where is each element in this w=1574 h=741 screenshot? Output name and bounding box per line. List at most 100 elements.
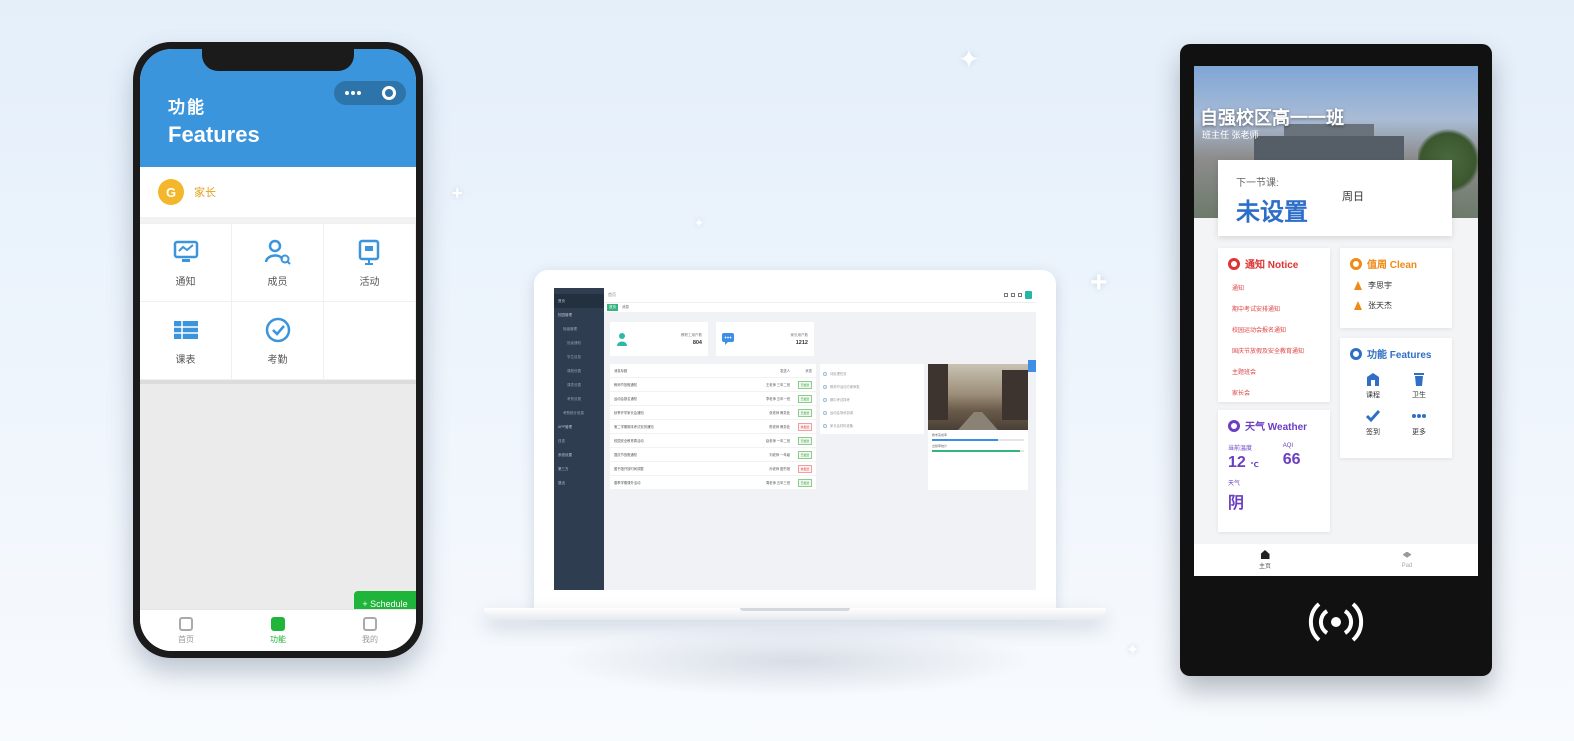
task-item[interactable]: 待处理任务 bbox=[823, 367, 921, 380]
task-item[interactable]: 运动会场地协调 bbox=[823, 406, 921, 419]
font-size-icon[interactable] bbox=[1018, 293, 1022, 297]
table-row[interactable]: 教师节放假通知 王老师 三年二班 已发送 bbox=[610, 378, 816, 392]
progress-label: 教学完成率 bbox=[932, 433, 948, 437]
admin-dashboard: 首页 校园管理 班级管理 班级通知 学生信息 课程设置 课表设置 考勤设置 考勤… bbox=[554, 288, 1036, 590]
check-icon bbox=[823, 423, 827, 428]
tile-attendance[interactable]: 考勤 bbox=[232, 302, 324, 380]
table-row[interactable]: 秋季开学家长会通知 张老师 教务处 已发送 bbox=[610, 406, 816, 420]
more-icon[interactable] bbox=[344, 91, 361, 95]
tab-label: 功能 bbox=[270, 634, 286, 644]
notice-item[interactable]: 主题班会 bbox=[1228, 367, 1320, 376]
tag-messages[interactable]: 消息 bbox=[620, 304, 631, 311]
grid-icon bbox=[271, 616, 285, 631]
task-item[interactable]: 期中考试排考 bbox=[823, 393, 921, 406]
status-badge: 已发送 bbox=[797, 478, 812, 487]
notice-item[interactable]: 家长会 bbox=[1228, 388, 1320, 397]
tile-label: 通知 bbox=[175, 277, 196, 288]
table-row[interactable]: 国庆节放假通知 刘老师 一年级 已发送 bbox=[610, 448, 816, 462]
column-header: 发送人 bbox=[780, 369, 790, 373]
sidebar-item-campus[interactable]: 校园管理 bbox=[554, 308, 604, 322]
aqi-value: 66 bbox=[1282, 451, 1301, 468]
tile-schedule[interactable]: 课表 bbox=[140, 302, 232, 380]
table-row[interactable]: 校园安全教育周活动 赵老师 一年二班 已发送 bbox=[610, 434, 816, 448]
tile-members[interactable]: 成员 bbox=[232, 224, 324, 302]
user-icon bbox=[617, 333, 627, 346]
home-icon bbox=[179, 616, 193, 631]
feature-checkin[interactable]: 签到 bbox=[1350, 408, 1396, 437]
notice-item[interactable]: 国庆节放假及安全教育通知 bbox=[1228, 346, 1320, 355]
tile-notice[interactable]: 通知 bbox=[140, 224, 232, 302]
aqi-label: AQI bbox=[1282, 443, 1294, 449]
sidebar-item-home[interactable]: 首页 bbox=[554, 294, 604, 308]
status-badge: 已发送 bbox=[797, 450, 812, 459]
task-item[interactable]: 家长会材料准备 bbox=[823, 419, 921, 432]
row-status-cell: 未发送 bbox=[790, 464, 812, 473]
check-circle-icon bbox=[265, 317, 290, 343]
table-row[interactable]: 春季学期课外活动 周老师 五年三班 已发送 bbox=[610, 476, 816, 490]
user-bar[interactable]: G 家长 bbox=[140, 167, 416, 217]
close-icon[interactable] bbox=[381, 86, 396, 100]
tab-pad[interactable]: Pad bbox=[1336, 544, 1478, 576]
sidebar-item-settings[interactable]: 系统设置 bbox=[554, 448, 604, 462]
sidebar-item-logout[interactable]: 退出 bbox=[554, 476, 604, 490]
fullscreen-icon[interactable] bbox=[1011, 293, 1015, 297]
check-icon bbox=[1365, 410, 1381, 423]
notice-item[interactable]: 期中考试安排通知 bbox=[1228, 304, 1320, 313]
sidebar-item-attendance-stats[interactable]: 考勤统计信息 bbox=[554, 406, 604, 420]
miniprogram-capsule[interactable] bbox=[334, 81, 406, 105]
settings-tab-button[interactable] bbox=[1028, 360, 1036, 372]
tab-label: 我的 bbox=[362, 634, 378, 644]
sidebar-item-logs[interactable]: 日志 bbox=[554, 434, 604, 448]
tab-home[interactable]: 首页 bbox=[140, 610, 232, 651]
sidebar-item-attendance[interactable]: 考勤设置 bbox=[554, 392, 604, 406]
feature-grid: 通知 成员 活动 课表 考勤 bbox=[140, 223, 416, 380]
sidebar-item-timetable[interactable]: 课表设置 bbox=[554, 378, 604, 392]
tab-features[interactable]: 功能 bbox=[232, 610, 324, 651]
sidebar-item-thirdparty[interactable]: 第三方 bbox=[554, 462, 604, 476]
weather-card: 天气 Weather 当前温度 12 ℃ AQI 66 天气 阴 bbox=[1218, 410, 1330, 532]
tab-profile[interactable]: 我的 bbox=[324, 610, 416, 651]
avatar: G bbox=[158, 179, 184, 205]
sidebar-item-class[interactable]: 班级管理 bbox=[554, 322, 604, 336]
sidebar-item-app[interactable]: APP管理 bbox=[554, 420, 604, 434]
table-row[interactable]: 第二学期期末考试安排通知 陈老师 教务处 未发送 bbox=[610, 420, 816, 434]
progress-bar bbox=[932, 450, 1024, 452]
content-row: 消息标题 发送人 状态 教师节放假通知 王老师 三年二班 已发送 运动会报名通知 李老师… bbox=[610, 364, 1030, 490]
tab-label: 主页 bbox=[1258, 564, 1271, 570]
theme-icon[interactable] bbox=[1025, 291, 1032, 299]
feature-hygiene[interactable]: 卫生 bbox=[1396, 371, 1442, 400]
sidebar-item-courses[interactable]: 课程设置 bbox=[554, 364, 604, 378]
condition-label: 天气 bbox=[1228, 481, 1241, 487]
sidebar-item-students[interactable]: 学生信息 bbox=[554, 350, 604, 364]
cleaner-name: 李思宇 bbox=[1368, 281, 1392, 290]
cleaner-name: 张天杰 bbox=[1368, 301, 1392, 310]
sparkle: ✦ bbox=[1126, 642, 1140, 659]
notice-item[interactable]: 通知 bbox=[1228, 283, 1320, 292]
row-sender: 赵老师 一年二班 bbox=[766, 439, 790, 443]
notice-item[interactable]: 校园运动会报名通知 bbox=[1228, 325, 1320, 334]
feature-courses[interactable]: 课程 bbox=[1350, 371, 1396, 400]
stat-card-teachers[interactable]: 教职工用户数 804 bbox=[610, 322, 708, 356]
clean-card[interactable]: 值周 Clean 李思宇 张天杰 bbox=[1340, 248, 1452, 328]
phone-notch bbox=[202, 49, 354, 71]
progress-list: 教学完成率 出勤率统计 bbox=[928, 430, 1028, 458]
sidebar-item-class-notice[interactable]: 班级通知 bbox=[554, 336, 604, 350]
notice-list: 通知期中考试安排通知 校园运动会报名通知 国庆节放假及安全教育通知 主题班会家长会 bbox=[1228, 283, 1320, 397]
table-row[interactable]: 图书馆开放时间调整 孙老师 图书馆 未发送 bbox=[610, 462, 816, 476]
search-icon[interactable] bbox=[1004, 293, 1008, 297]
temp-value: 12 ℃ bbox=[1228, 454, 1259, 472]
row-sender: 王老师 三年二班 bbox=[766, 383, 790, 387]
tab-home[interactable]: 主页 bbox=[1194, 544, 1336, 576]
board-icon bbox=[358, 239, 379, 265]
stat-cards: 教职工用户数 804 家长用户数 1212 bbox=[610, 322, 1030, 356]
task-item[interactable]: 教师节活动方案审批 bbox=[823, 380, 921, 393]
table-row[interactable]: 运动会报名通知 李老师 五年一班 已发送 bbox=[610, 392, 816, 406]
stat-card-parents[interactable]: 家长用户数 1212 bbox=[716, 322, 814, 356]
row-title: 秋季开学家长会通知 bbox=[614, 411, 644, 415]
notice-card[interactable]: 通知 Notice 通知 期中考试安排通知 校园运动会报名通知 国庆节放假及安全教育通… bbox=[1218, 248, 1330, 402]
phone-mockup: 功能 Features G 家长 通知 成员 活动 课表 考勤 + Schedu… bbox=[133, 42, 423, 658]
tag-home[interactable]: 首页 bbox=[607, 304, 618, 311]
feature-more[interactable]: 更多 bbox=[1396, 408, 1442, 437]
tile-activity[interactable]: 活动 bbox=[324, 224, 416, 302]
message-icon bbox=[722, 333, 734, 345]
